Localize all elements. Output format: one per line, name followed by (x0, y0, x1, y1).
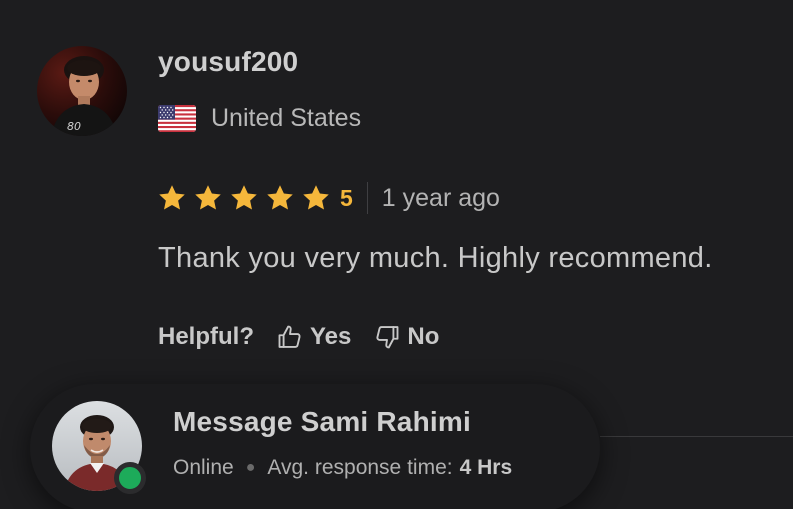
reviewer-username[interactable]: yousuf200 (158, 46, 298, 78)
review-time: 1 year ago (381, 183, 500, 212)
response-time-value: 4 Hrs (459, 456, 513, 479)
reviewer-country: United States (158, 104, 361, 133)
helpful-label: Helpful? (158, 323, 254, 350)
country-name: United States (211, 104, 362, 132)
rating-value: 5 (340, 184, 353, 211)
svg-text:80: 80 (67, 120, 81, 133)
rating-row: 5 1 year ago (157, 180, 500, 216)
star-icon (267, 185, 293, 210)
review-text: Thank you very much. Highly recommend. (158, 242, 713, 274)
online-status: Online (173, 456, 234, 479)
helpful-no-button[interactable]: No (373, 323, 439, 351)
helpful-row: Helpful? Yes No (158, 320, 439, 354)
star-icon (231, 185, 257, 210)
thumbs-down-icon (376, 326, 399, 349)
message-seller-card[interactable]: Message Sami Rahimi Online ● Avg. respon… (30, 384, 600, 509)
us-flag-icon (158, 105, 196, 132)
star-icon (195, 185, 221, 210)
rating-divider (366, 182, 368, 214)
response-time-label: Avg. response time: (267, 456, 453, 479)
review-page: 80 yousuf200 United States 5 1 year ago … (0, 0, 793, 509)
star-icon (303, 185, 329, 210)
star-rating (157, 183, 331, 213)
message-seller-title[interactable]: Message Sami Rahimi (173, 406, 471, 438)
reviewer-avatar[interactable]: 80 (37, 46, 127, 136)
star-icon (159, 185, 185, 210)
seller-status-row: Online ● Avg. response time: 4 Hrs (173, 456, 512, 480)
yes-label: Yes (310, 323, 352, 350)
dot-separator: ● (245, 459, 256, 476)
thumbs-up-icon (278, 325, 301, 348)
divider-line (600, 436, 793, 437)
online-status-indicator (114, 462, 146, 494)
helpful-yes-button[interactable]: Yes (276, 323, 351, 351)
no-label: No (407, 323, 440, 350)
